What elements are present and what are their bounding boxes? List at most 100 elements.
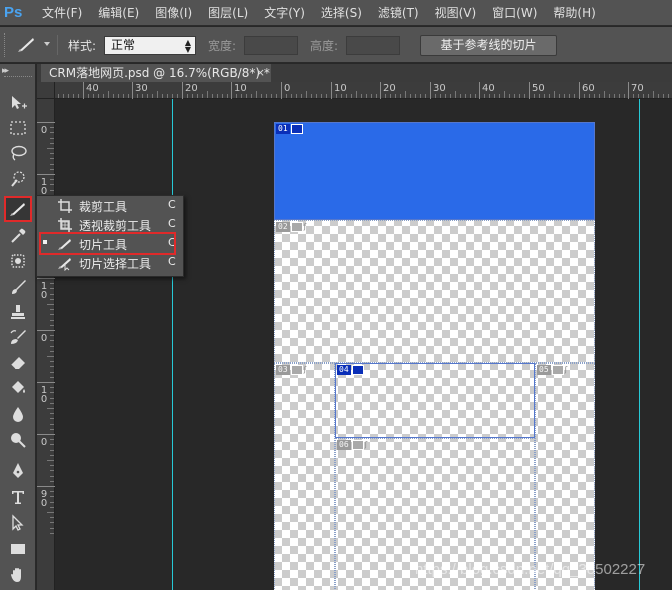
ruler-major-tick	[37, 122, 55, 123]
flyout-item-crop[interactable]: 裁剪工具 C	[37, 196, 183, 215]
ruler-minor-tick	[246, 94, 247, 98]
ruler-minor-tick	[50, 351, 54, 352]
ruler-minor-tick	[450, 94, 451, 98]
ruler-minor-tick	[227, 94, 228, 98]
eyedropper-tool[interactable]	[6, 225, 30, 247]
ruler-major-tick	[529, 82, 530, 99]
guide-line-right[interactable]	[639, 99, 640, 590]
type-tool[interactable]	[6, 486, 30, 508]
ruler-minor-tick	[128, 94, 129, 98]
ruler-major-tick	[430, 82, 431, 99]
eraser-tool[interactable]	[6, 351, 30, 373]
path-select-tool[interactable]	[6, 512, 30, 534]
slice-01[interactable]: 01	[274, 122, 595, 220]
horizontal-ruler[interactable]: 40 30 20 10 0 10 20 30 40 50 60 70	[55, 82, 672, 99]
healing-tool[interactable]	[6, 250, 30, 272]
ruler-minor-tick	[336, 94, 337, 98]
collapse-icon[interactable]: ▸▸	[2, 66, 9, 76]
move-tool[interactable]	[6, 92, 30, 114]
flyout-item-shortcut: C	[168, 255, 176, 268]
ruler-minor-tick	[50, 528, 54, 529]
ruler-label: 1 0	[40, 281, 48, 301]
ruler-minor-tick	[50, 455, 54, 456]
flyout-item-slice-select[interactable]: 切片选择工具 C	[37, 253, 183, 272]
ruler-label: 10	[334, 83, 347, 94]
ruler-minor-tick	[50, 299, 54, 300]
guide-line-left[interactable]	[172, 99, 173, 590]
ruler-minor-tick	[539, 94, 540, 98]
ruler-minor-tick	[50, 377, 54, 378]
document-canvas[interactable]: 01 02 ʃ 03 ʃ 04 05 ʃ 06 ʃ	[274, 122, 595, 590]
slice-02[interactable]: 02 ʃ	[274, 220, 595, 363]
menu-type[interactable]: 文字(Y)	[256, 0, 313, 26]
bandage-icon	[11, 254, 25, 268]
ruler-major-tick	[182, 82, 183, 99]
slice-03[interactable]: 03 ʃ	[274, 363, 335, 590]
document-tab[interactable]: CRM落地网页.psd @ 16.7%(RGB/8*) * ×	[41, 64, 271, 82]
marquee-tool[interactable]	[6, 117, 30, 139]
menu-edit[interactable]: 编辑(E)	[90, 0, 147, 26]
slices-from-guides-button[interactable]: 基于参考线的切片	[420, 35, 557, 56]
options-grip[interactable]	[4, 33, 7, 57]
menu-file[interactable]: 文件(F)	[34, 0, 90, 26]
flyout-item-shortcut: C	[168, 198, 176, 211]
menu-filter[interactable]: 滤镜(T)	[370, 0, 427, 26]
height-field[interactable]	[346, 36, 400, 55]
ruler-major-tick	[37, 434, 55, 435]
ruler-minor-tick	[50, 398, 54, 399]
close-icon[interactable]: ×	[256, 64, 265, 82]
ruler-minor-tick	[494, 94, 495, 98]
menu-layer[interactable]: 图层(L)	[200, 0, 256, 26]
ruler-minor-tick	[489, 94, 490, 98]
ruler-minor-tick	[504, 91, 505, 98]
ruler-minor-tick	[395, 94, 396, 98]
menu-image[interactable]: 图像(I)	[147, 0, 200, 26]
ruler-minor-tick	[351, 94, 352, 98]
tool-preset-picker[interactable]	[14, 34, 50, 56]
slice-04[interactable]: 04	[335, 363, 535, 438]
ruler-minor-tick	[499, 94, 500, 98]
ruler-minor-tick	[291, 94, 292, 98]
menu-view[interactable]: 视图(V)	[427, 0, 485, 26]
ruler-minor-tick	[554, 91, 555, 98]
menu-select[interactable]: 选择(S)	[313, 0, 370, 26]
style-select[interactable]: 正常 ▲ ▼	[104, 36, 196, 55]
width-field[interactable]	[244, 36, 298, 55]
paint-bucket-tool[interactable]	[6, 377, 30, 399]
ruler-major-tick	[281, 82, 282, 99]
ruler-minor-tick	[50, 158, 54, 159]
ruler-minor-tick	[614, 94, 615, 98]
ruler-minor-tick	[142, 94, 143, 98]
ruler-origin[interactable]	[37, 82, 55, 99]
lasso-tool[interactable]	[6, 142, 30, 164]
brush-tool[interactable]	[6, 276, 30, 298]
ruler-minor-tick	[415, 94, 416, 98]
ruler-minor-tick	[152, 94, 153, 98]
dodge-tool[interactable]	[6, 429, 30, 451]
ruler-minor-tick	[301, 94, 302, 98]
menu-window[interactable]: 窗口(W)	[484, 0, 545, 26]
history-brush-tool[interactable]	[6, 326, 30, 348]
ruler-minor-tick	[445, 94, 446, 98]
vertical-ruler[interactable]: 01 001 001 009 0	[37, 99, 55, 590]
menu-help[interactable]: 帮助(H)	[545, 0, 603, 26]
stamp-tool[interactable]	[6, 301, 30, 323]
slice-05[interactable]: 05 ʃ	[535, 363, 595, 590]
ruler-major-tick	[380, 82, 381, 99]
link-icon: ʃ	[364, 440, 368, 449]
ruler-minor-tick	[544, 94, 545, 98]
ruler-minor-tick	[266, 94, 267, 98]
slice-tool[interactable]	[4, 196, 32, 222]
ruler-minor-tick	[619, 94, 620, 98]
ruler-minor-tick	[271, 94, 272, 98]
pen-tool[interactable]	[6, 460, 30, 482]
quick-select-tool[interactable]	[6, 168, 30, 190]
ruler-label: 1 0	[40, 385, 48, 405]
blur-tool[interactable]	[6, 403, 30, 425]
hand-tool[interactable]	[6, 564, 30, 586]
ruler-minor-tick	[484, 94, 485, 98]
rectangle-tool[interactable]	[6, 538, 30, 560]
canvas-workspace[interactable]: 01 02 ʃ 03 ʃ 04 05 ʃ 06 ʃ	[55, 99, 672, 590]
ruler-minor-tick	[50, 491, 54, 492]
panel-grip[interactable]	[4, 76, 32, 79]
